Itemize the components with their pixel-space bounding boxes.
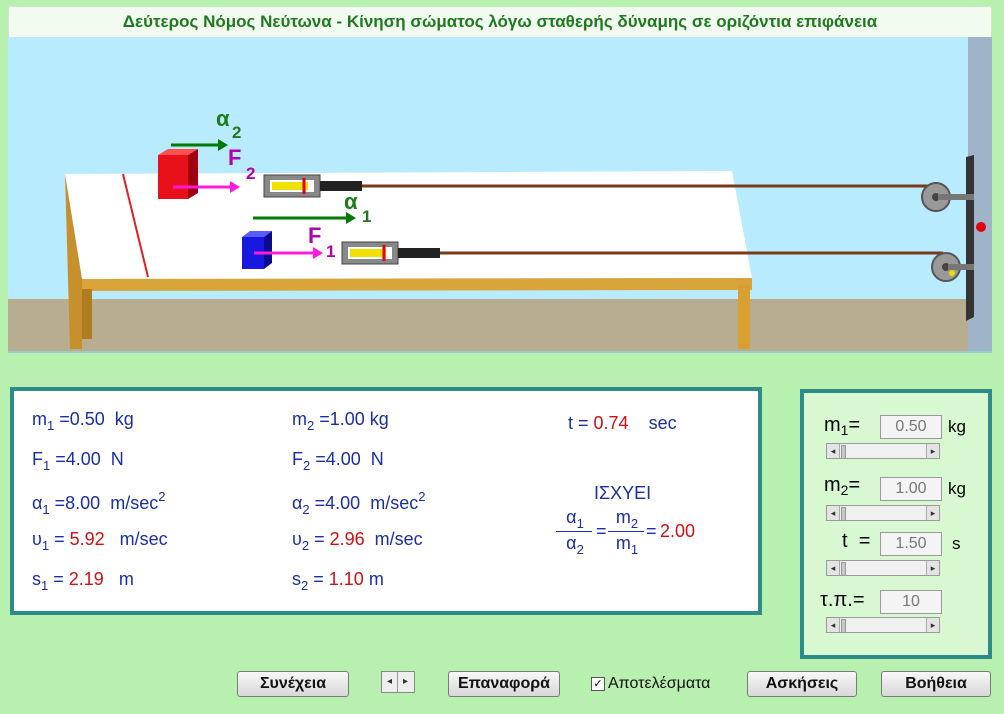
t-unit: s	[952, 534, 961, 553]
slider-thumb[interactable]	[841, 445, 846, 459]
table-leg	[738, 285, 750, 349]
wall-indicator-icon	[976, 222, 986, 232]
ratio-value: 2.00	[660, 521, 696, 541]
step-right-icon[interactable]: ▸	[398, 672, 413, 692]
t-control-label: t =	[842, 530, 871, 552]
slider-left-icon[interactable]: ◂	[827, 506, 840, 520]
label-f1-sub: 1	[326, 242, 335, 261]
frac1-denominator: α2	[566, 533, 584, 557]
label-a1-sub: 1	[362, 207, 371, 226]
label-a2-sub: 2	[232, 123, 241, 142]
tp-control-label: τ.π.=	[820, 589, 865, 611]
slider-left-icon[interactable]: ◂	[827, 561, 840, 575]
slider-thumb[interactable]	[841, 562, 846, 576]
t-input[interactable]: 1.50	[880, 532, 942, 556]
a1-result: α1 =8.00 m/sec2	[32, 489, 166, 517]
m1-input[interactable]: 0.50	[880, 415, 942, 439]
label-a2: α	[216, 106, 230, 131]
label-f1: F	[308, 223, 321, 248]
slider-right-icon[interactable]: ▸	[926, 561, 939, 575]
equals-sign-2: =	[646, 521, 657, 541]
m1-slider[interactable]: ◂ ▸	[826, 443, 940, 459]
equals-sign-1: =	[596, 521, 607, 541]
results-panel: m1 =0.50 kg F1 =4.00 N α1 =8.00 m/sec2 υ…	[10, 387, 762, 615]
results-checkbox-label[interactable]: Αποτελέσματα	[608, 675, 710, 693]
slider-left-icon[interactable]: ◂	[827, 444, 840, 458]
m2-control-label: m2=	[824, 474, 861, 498]
label-a1: α	[344, 189, 358, 214]
u2-result: υ2 = 2.96 m/sec	[292, 529, 423, 553]
holds-label: ΙΣΧΥΕΙ	[594, 483, 652, 503]
block-1-blue	[242, 231, 272, 269]
step-scroll[interactable]: ◂ ▸	[381, 671, 415, 693]
frac2-denominator: m1	[615, 533, 639, 557]
a2-result: α2 =4.00 m/sec2	[292, 489, 426, 517]
slider-right-icon[interactable]: ▸	[926, 618, 939, 632]
m1-unit: kg	[948, 417, 966, 436]
tp-slider[interactable]: ◂ ▸	[826, 617, 940, 633]
app-title: Δεύτερος Νόμος Νεύτωνα - Κίνηση σώματος …	[8, 6, 992, 38]
m2-unit: kg	[948, 479, 966, 498]
slider-thumb[interactable]	[841, 619, 846, 633]
slider-right-icon[interactable]: ▸	[926, 444, 939, 458]
time-result: t = 0.74 sec	[568, 413, 677, 433]
s2-result: s2 = 1.10 m	[292, 569, 384, 593]
frac2-line	[608, 531, 644, 532]
m2-input[interactable]: 1.00	[880, 477, 942, 501]
s1-result: s1 = 2.19 m	[32, 569, 134, 593]
continue-button[interactable]: Συνέχεια	[237, 671, 349, 697]
slider-thumb[interactable]	[841, 507, 846, 521]
controls-panel: m1= 0.50 kg ◂ ▸ m2= 1.00 kg ◂ ▸ t = 1.50 s…	[800, 389, 992, 659]
frac2-numerator: m2	[615, 507, 639, 531]
m1-result: m1 =0.50 kg	[32, 409, 134, 433]
f2-result: F2 =4.00 N	[292, 449, 384, 473]
step-left-icon[interactable]: ◂	[382, 672, 398, 692]
reset-button[interactable]: Επαναφορά	[448, 671, 560, 697]
slider-left-icon[interactable]: ◂	[827, 618, 840, 632]
m2-slider[interactable]: ◂ ▸	[826, 505, 940, 521]
label-f2-sub: 2	[246, 164, 255, 183]
simulation-scene: α 2 F 2 α 1 F 1	[8, 37, 992, 353]
tp-input[interactable]: 10	[880, 590, 942, 614]
frac1-numerator: α1	[566, 507, 584, 531]
t-slider[interactable]: ◂ ▸	[826, 560, 940, 576]
m1-control-label: m1=	[824, 414, 861, 438]
m2-result: m2 =1.00 kg	[292, 409, 389, 433]
u1-result: υ1 = 5.92 m/sec	[32, 529, 168, 553]
results-checkbox[interactable]: ✓	[591, 677, 605, 691]
f1-result: F1 =4.00 N	[32, 449, 124, 473]
slider-right-icon[interactable]: ▸	[926, 506, 939, 520]
help-button[interactable]: Βοήθεια	[881, 671, 991, 697]
exercises-button[interactable]: Ασκήσεις	[747, 671, 857, 697]
label-f2: F	[228, 145, 241, 170]
block-2-red	[158, 149, 198, 199]
frac1-line	[556, 531, 592, 532]
